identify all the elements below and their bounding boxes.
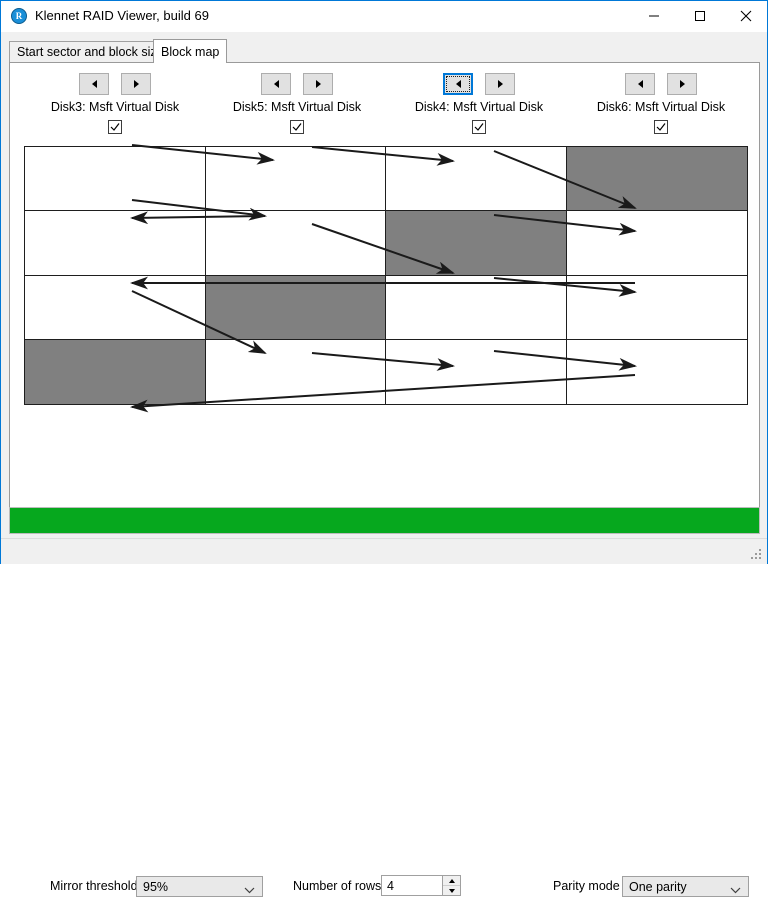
block-cell-r3-c1[interactable]: [206, 340, 386, 404]
disk-2-prev-button[interactable]: [443, 73, 473, 95]
disk-1-label: Disk5: Msft Virtual Disk: [232, 100, 362, 114]
block-cell-r3-c0[interactable]: [25, 340, 206, 404]
spinner-up-button[interactable]: [443, 876, 460, 886]
close-icon: [740, 10, 752, 21]
block-cell-r0-c2[interactable]: [386, 147, 567, 211]
disk-2-arrow-buttons: [388, 73, 570, 96]
arrow-right-icon: [315, 80, 321, 88]
arrow-left-icon: [91, 80, 97, 88]
minimize-icon: [649, 15, 659, 16]
disk-1-next-button[interactable]: [303, 73, 333, 95]
tab-label: Block map: [161, 44, 220, 59]
disk-3-checkbox[interactable]: [654, 120, 668, 134]
disk-0-arrow-buttons: [24, 73, 206, 96]
arrow-right-icon: [497, 80, 503, 88]
disk-2-label: Disk4: Msft Virtual Disk: [414, 100, 544, 114]
number-of-rows-stepper[interactable]: 4: [381, 875, 461, 896]
mirror-threshold-value: 95%: [143, 879, 169, 894]
block-cell-r1-c2[interactable]: [386, 211, 567, 276]
tab-label: Start sector and block size: [17, 45, 164, 59]
disk-1-prev-button[interactable]: [261, 73, 291, 95]
application-window: R Klennet RAID Viewer, build 69 Start se…: [0, 0, 768, 897]
tab-strip: Start sector and block size Block map: [9, 39, 760, 63]
number-of-rows-label: Number of rows: [293, 879, 382, 893]
arrow-left-icon: [637, 80, 643, 88]
block-cell-r3-c3[interactable]: [567, 340, 747, 404]
arrow-right-icon: [679, 80, 685, 88]
disk-2-next-button[interactable]: [485, 73, 515, 95]
spinner-down-icon: [448, 888, 455, 893]
block-cell-r2-c1[interactable]: [206, 276, 386, 340]
block-cell-r3-c2[interactable]: [386, 340, 567, 404]
spinner-down-button[interactable]: [443, 886, 460, 895]
number-of-rows-spin-buttons: [442, 876, 460, 895]
block-map-grid[interactable]: [24, 146, 748, 405]
disk-column-1: Disk5: Msft Virtual Disk: [206, 73, 388, 141]
block-cell-r2-c3[interactable]: [567, 276, 747, 340]
resize-grip-icon[interactable]: [751, 549, 763, 561]
block-cell-r0-c0[interactable]: [25, 147, 206, 211]
chevron-down-icon: [244, 883, 255, 897]
checkmark-icon: [474, 123, 484, 131]
number-of-rows-value: 4: [387, 878, 394, 893]
chevron-down-icon: [730, 883, 741, 897]
mirror-threshold-label: Mirror threshold: [50, 879, 138, 893]
progress-bar-fill: [10, 508, 759, 533]
progress-bar: [9, 507, 760, 534]
app-icon: R: [11, 8, 27, 24]
tab-block-map[interactable]: Block map: [153, 39, 228, 63]
disk-0-checkbox[interactable]: [108, 120, 122, 134]
checkmark-icon: [110, 123, 120, 131]
disk-3-label: Disk6: Msft Virtual Disk: [596, 100, 726, 114]
checkmark-icon: [656, 123, 666, 131]
block-cell-r0-c1[interactable]: [206, 147, 386, 211]
disk-1-checkbox[interactable]: [290, 120, 304, 134]
disk-column-0: Disk3: Msft Virtual Disk: [24, 73, 206, 141]
disk-3-prev-button[interactable]: [625, 73, 655, 95]
arrow-left-icon: [455, 80, 461, 88]
block-cell-r2-c2[interactable]: [386, 276, 567, 340]
disk-0-label: Disk3: Msft Virtual Disk: [50, 100, 180, 114]
status-bar: [1, 538, 767, 564]
block-cell-r1-c0[interactable]: [25, 211, 206, 276]
disk-column-2: Disk4: Msft Virtual Disk: [388, 73, 570, 141]
tab-start-sector-and-block-size[interactable]: Start sector and block size: [9, 41, 172, 62]
tab-page-block-map: Disk3: Msft Virtual Disk Disk5: Msft Vir…: [9, 62, 761, 897]
disk-3-next-button[interactable]: [667, 73, 697, 95]
parity-mode-select[interactable]: One parity: [622, 876, 749, 897]
disk-1-arrow-buttons: [206, 73, 388, 96]
close-button[interactable]: [723, 1, 768, 30]
arrow-left-icon: [273, 80, 279, 88]
checkmark-icon: [292, 123, 302, 131]
disk-0-next-button[interactable]: [121, 73, 151, 95]
parity-mode-label: Parity mode: [553, 879, 620, 893]
parity-mode-value: One parity: [629, 879, 687, 894]
maximize-button[interactable]: [677, 1, 723, 30]
minimize-button[interactable]: [631, 1, 677, 30]
maximize-icon: [695, 10, 705, 21]
mirror-threshold-select[interactable]: 95%: [136, 876, 263, 897]
block-cell-r2-c0[interactable]: [25, 276, 206, 340]
disk-3-arrow-buttons: [570, 73, 752, 96]
block-cell-r0-c3[interactable]: [567, 147, 747, 211]
disk-2-checkbox[interactable]: [472, 120, 486, 134]
block-cell-r1-c1[interactable]: [206, 211, 386, 276]
block-map-settings: Mirror threshold 95% Number of rows 4 Pa…: [10, 468, 761, 897]
title-bar: R Klennet RAID Viewer, build 69: [1, 1, 767, 32]
disk-column-3: Disk6: Msft Virtual Disk: [570, 73, 752, 141]
arrow-right-icon: [133, 80, 139, 88]
window-title: Klennet RAID Viewer, build 69: [35, 8, 209, 23]
spinner-up-icon: [448, 878, 455, 883]
disk-0-prev-button[interactable]: [79, 73, 109, 95]
block-cell-r1-c3[interactable]: [567, 211, 747, 276]
